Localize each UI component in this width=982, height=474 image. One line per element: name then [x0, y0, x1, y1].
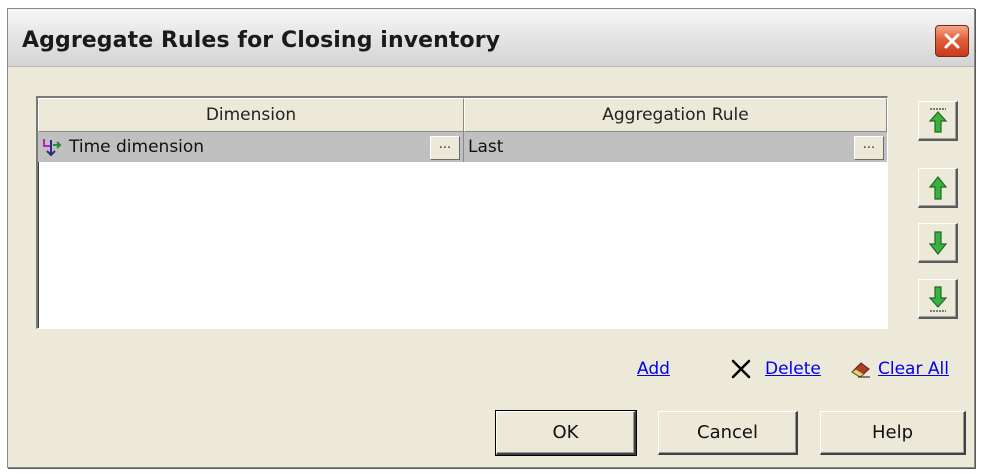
close-button[interactable] [935, 25, 969, 57]
cancel-button[interactable]: Cancel [658, 411, 798, 455]
grid-header: Dimension Aggregation Rule [38, 98, 887, 132]
title-bar[interactable]: Aggregate Rules for Closing inventory [8, 9, 974, 67]
move-bottom-icon [928, 285, 947, 312]
arrow-down-icon [928, 230, 947, 255]
rule-browse-button[interactable]: ... [854, 136, 884, 160]
aggregate-rules-dialog: Aggregate Rules for Closing inventory Di… [7, 8, 975, 468]
move-up-button[interactable] [918, 168, 958, 208]
help-button[interactable]: Help [820, 411, 966, 455]
dialog-title: Aggregate Rules for Closing inventory [22, 28, 501, 53]
dimension-browse-button[interactable]: ... [430, 136, 460, 160]
aggregation-rule-value: Last [468, 137, 504, 157]
delete-icon[interactable] [730, 358, 752, 380]
dimension-cell[interactable]: Time dimension ... [38, 132, 464, 162]
clear-all-link[interactable]: Clear All [878, 359, 949, 379]
dimension-name: Time dimension [69, 137, 205, 157]
move-to-bottom-button[interactable] [918, 279, 958, 319]
ok-button[interactable]: OK [495, 410, 637, 456]
time-dimension-icon [43, 139, 62, 157]
close-icon [944, 33, 960, 49]
add-link[interactable]: Add [637, 359, 670, 379]
eraser-icon[interactable] [850, 359, 872, 379]
aggregation-rule-cell[interactable]: Last ... [464, 132, 887, 162]
table-row[interactable]: Time dimension ... Last ... [38, 132, 887, 162]
column-header-dimension[interactable]: Dimension [38, 98, 464, 132]
arrow-up-icon [928, 175, 947, 200]
column-header-aggregation-rule[interactable]: Aggregation Rule [464, 98, 887, 132]
delete-link[interactable]: Delete [765, 359, 821, 379]
move-down-button[interactable] [918, 223, 958, 263]
aggregation-rules-grid[interactable]: Dimension Aggregation Rule Time dimensio… [36, 96, 888, 329]
move-top-icon [928, 107, 947, 133]
move-to-top-button[interactable] [918, 101, 958, 141]
